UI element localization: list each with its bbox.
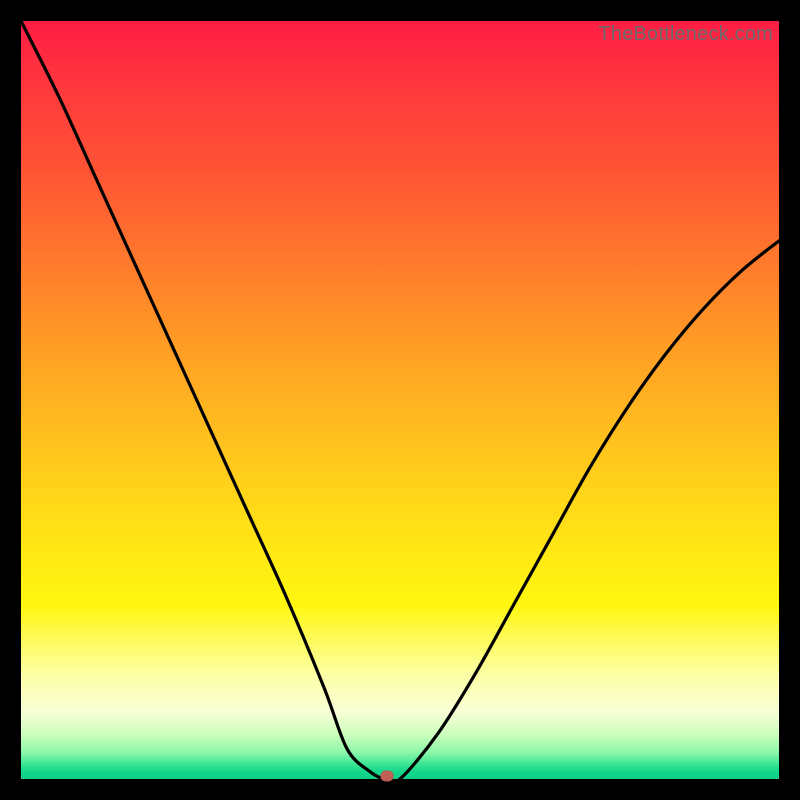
bottleneck-curve [21,21,779,779]
watermark-text: TheBottleneck.com [598,23,773,46]
chart-stage: TheBottleneck.com [0,0,800,800]
plot-area: TheBottleneck.com [21,21,779,779]
optimal-point-marker [381,771,394,782]
